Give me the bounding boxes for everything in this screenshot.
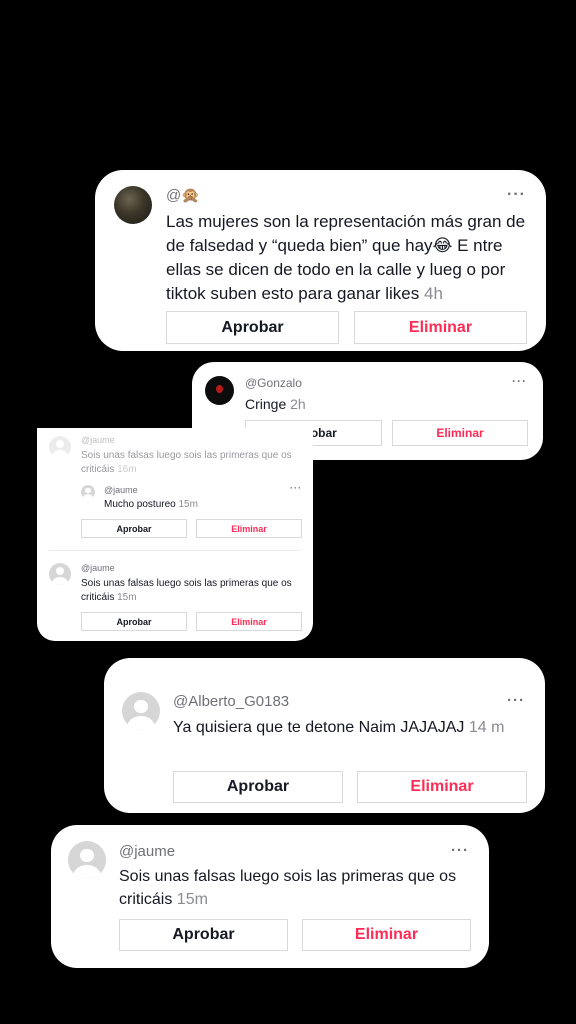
comment-text: Mucho postureo 15m — [104, 498, 198, 512]
avatar[interactable] — [205, 376, 234, 405]
more-options-icon[interactable]: ··· — [507, 186, 526, 204]
avatar[interactable] — [49, 563, 71, 585]
delete-button[interactable]: Eliminar — [357, 771, 527, 803]
comment-text: Sois unas falsas luego sois las primeras… — [81, 449, 301, 477]
comment-time: 15m — [176, 891, 208, 908]
more-options-icon[interactable]: ··· — [512, 374, 527, 388]
avatar[interactable] — [122, 692, 160, 730]
comment-thread-card: @jaume Sois unas falsas luego sois las p… — [37, 428, 313, 641]
comment-time: 16m — [117, 464, 137, 475]
username[interactable]: @Gonzalo — [245, 376, 302, 390]
delete-button[interactable]: Eliminar — [354, 311, 527, 344]
more-options-icon[interactable]: ··· — [451, 842, 469, 859]
comment-time: 4h — [424, 284, 443, 303]
username[interactable]: @jaume — [81, 563, 115, 573]
comment-text: Ya quisiera que te detone Naim JAJAJAJ 1… — [173, 716, 527, 739]
more-options-icon[interactable]: ··· — [290, 483, 302, 493]
approve-button[interactable]: Aprobar — [119, 919, 288, 951]
username[interactable]: @jaume — [104, 485, 138, 495]
divider — [49, 550, 301, 551]
delete-button[interactable]: Eliminar — [392, 420, 528, 446]
approve-button[interactable]: Aprobar — [173, 771, 343, 803]
username[interactable]: @🙊 — [166, 186, 200, 204]
comment-body: Sois unas falsas luego sois las primeras… — [81, 578, 292, 603]
avatar[interactable] — [68, 841, 106, 879]
comment-card-5: @jaume ··· Sois unas falsas luego sois l… — [51, 825, 489, 968]
comment-text: Sois unas falsas luego sois las primeras… — [81, 577, 305, 605]
delete-button[interactable]: Eliminar — [196, 519, 302, 538]
comment-time: 2h — [290, 396, 306, 412]
comment-body: Sois unas falsas luego sois las primeras… — [81, 450, 292, 475]
comment-body: Ya quisiera que te detone Naim JAJAJAJ — [173, 719, 465, 736]
comment-time: 15m — [178, 499, 198, 510]
comment-time: 14 m — [468, 719, 505, 736]
comment-body: Sois unas falsas luego sois las primeras… — [119, 868, 457, 908]
comment-text: Sois unas falsas luego sois las primeras… — [119, 865, 475, 911]
comment-card-4: @Alberto_G0183 ··· Ya quisiera que te de… — [104, 658, 545, 813]
comment-text: Las mujeres son la representación más gr… — [166, 210, 526, 306]
delete-button[interactable]: Eliminar — [302, 919, 471, 951]
comment-body: Cringe — [245, 396, 287, 412]
approve-button[interactable]: Aprobar — [81, 612, 187, 631]
delete-button[interactable]: Eliminar — [196, 612, 302, 631]
comment-body: Mucho postureo — [104, 499, 176, 510]
comment-card-1: @🙊 ··· Las mujeres son la representación… — [95, 170, 546, 351]
avatar[interactable] — [114, 186, 152, 224]
approve-button[interactable]: Aprobar — [166, 311, 339, 344]
avatar[interactable] — [49, 436, 71, 458]
username[interactable]: @Alberto_G0183 — [173, 693, 289, 710]
more-options-icon[interactable]: ··· — [507, 692, 525, 709]
comment-text: Cringe 2h — [245, 394, 306, 414]
approve-button[interactable]: Aprobar — [81, 519, 187, 538]
username[interactable]: @jaume — [119, 843, 175, 860]
avatar[interactable] — [81, 485, 95, 499]
comment-body: Las mujeres son la representación más gr… — [166, 212, 526, 303]
comment-time: 15m — [117, 592, 137, 603]
username[interactable]: @jaume — [81, 435, 115, 445]
